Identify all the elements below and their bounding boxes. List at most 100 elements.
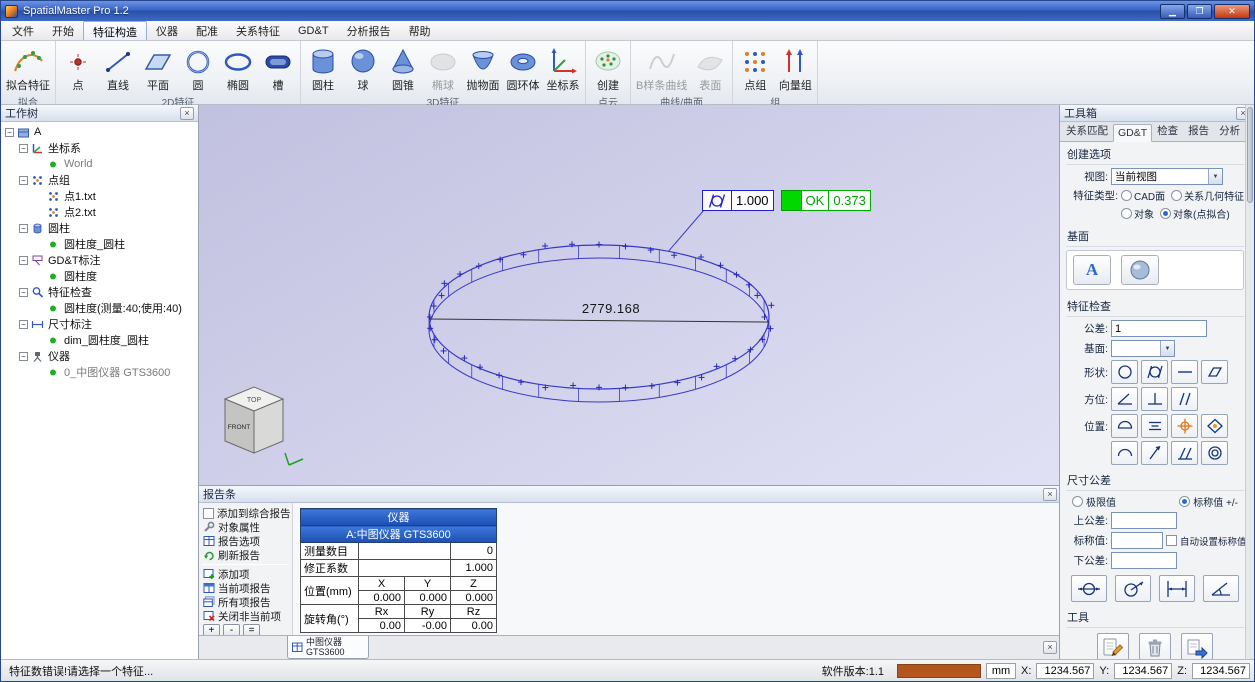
cylinder-button[interactable]: 圆柱 bbox=[303, 43, 343, 94]
option-add-item[interactable]: 添加项 bbox=[201, 567, 290, 581]
datum-sphere-button[interactable] bbox=[1121, 255, 1159, 285]
tree-node-root[interactable]: −A bbox=[1, 124, 198, 140]
paraboloid-button[interactable]: 抛物面 bbox=[463, 43, 503, 94]
coordinate-system-button[interactable]: 坐标系 bbox=[543, 43, 583, 94]
radio-nominal-value[interactable] bbox=[1179, 496, 1190, 507]
parallelism-button[interactable] bbox=[1171, 387, 1198, 411]
expand-toggle[interactable]: − bbox=[19, 320, 28, 329]
position-button[interactable] bbox=[1171, 414, 1198, 438]
cone-button[interactable]: 圆锥 bbox=[383, 43, 423, 94]
tree-node-cylindricity-cyl[interactable]: 圆柱度_圆柱 bbox=[1, 236, 198, 252]
symmetry-button[interactable] bbox=[1141, 414, 1168, 438]
lower-tolerance-input[interactable] bbox=[1111, 552, 1177, 569]
nominal-input[interactable] bbox=[1111, 532, 1163, 549]
tolerance-input[interactable] bbox=[1111, 320, 1207, 337]
zoom-fit-button[interactable]: = bbox=[243, 624, 260, 635]
option-refresh-report[interactable]: 刷新报告 bbox=[201, 548, 290, 562]
upper-tolerance-input[interactable] bbox=[1111, 512, 1177, 529]
option-all-items-report[interactable]: 所有项报告 bbox=[201, 595, 290, 609]
menu-gdt[interactable]: GD&T bbox=[289, 21, 338, 40]
checkbox-icon[interactable] bbox=[203, 508, 214, 519]
tree-node-instrument[interactable]: −仪器 bbox=[1, 348, 198, 364]
radio-cad-face[interactable] bbox=[1121, 190, 1132, 201]
expand-toggle[interactable]: − bbox=[19, 352, 28, 361]
menu-alignment[interactable]: 配准 bbox=[187, 21, 227, 40]
cylindricity-button[interactable] bbox=[1141, 360, 1168, 384]
tree-node-gdt[interactable]: −GD&T标注 bbox=[1, 252, 198, 268]
tree-node-pointgroup[interactable]: −点组 bbox=[1, 172, 198, 188]
viewport-3d[interactable]: 2779.168 1.000 OK 0.373 TOP FRONT bbox=[199, 105, 1061, 485]
option-object-properties[interactable]: 对象属性 bbox=[201, 520, 290, 534]
expand-toggle[interactable]: − bbox=[19, 176, 28, 185]
instrument-tab[interactable]: 中图仪器GTS3600 bbox=[287, 636, 369, 659]
gdt-callout[interactable]: 1.000 OK 0.373 bbox=[702, 190, 871, 211]
line-button[interactable]: 直线 bbox=[98, 43, 138, 94]
tab-report[interactable]: 报告 bbox=[1183, 120, 1214, 141]
radius-dim-button[interactable] bbox=[1115, 575, 1151, 602]
close-icon[interactable]: × bbox=[180, 107, 194, 120]
angularity-button[interactable] bbox=[1111, 387, 1138, 411]
menu-help[interactable]: 帮助 bbox=[400, 21, 440, 40]
tab-check[interactable]: 检查 bbox=[1152, 120, 1183, 141]
tree-node-world[interactable]: World bbox=[1, 156, 198, 172]
tab-gdt[interactable]: GD&T bbox=[1113, 124, 1152, 142]
diameter-dim-button[interactable] bbox=[1071, 575, 1107, 602]
tree-node-point-file[interactable]: 点2.txt bbox=[1, 204, 198, 220]
delete-tool-button[interactable] bbox=[1139, 633, 1171, 659]
tree-node-coordsys[interactable]: −坐标系 bbox=[1, 140, 198, 156]
export-tool-button[interactable] bbox=[1181, 633, 1213, 659]
option-close-non-current[interactable]: 关闭非当前项 bbox=[201, 609, 290, 623]
concentricity-button[interactable] bbox=[1201, 441, 1228, 465]
menu-instrument[interactable]: 仪器 bbox=[147, 21, 187, 40]
composite-position-button[interactable] bbox=[1201, 414, 1228, 438]
circular-runout-button[interactable] bbox=[1141, 441, 1168, 465]
tree-node-dim-item[interactable]: dim_圆柱度_圆柱 bbox=[1, 332, 198, 348]
expand-toggle[interactable]: − bbox=[19, 224, 28, 233]
tree-node-cylindricity[interactable]: 圆柱度 bbox=[1, 268, 198, 284]
option-current-item-report[interactable]: 当前项报告 bbox=[201, 581, 290, 595]
torus-button[interactable]: 圆环体 bbox=[503, 43, 543, 94]
close-icon[interactable]: × bbox=[1043, 641, 1057, 654]
expand-toggle[interactable]: − bbox=[19, 144, 28, 153]
menu-relation-feature[interactable]: 关系特征 bbox=[227, 21, 289, 40]
point-button[interactable]: 点 bbox=[58, 43, 98, 94]
tree-node-check-result[interactable]: 圆柱度(测量:40;使用:40) bbox=[1, 300, 198, 316]
create-pointcloud-button[interactable]: 创建 bbox=[588, 43, 628, 94]
tree-node-cylinder[interactable]: −圆柱 bbox=[1, 220, 198, 236]
distance-dim-button[interactable] bbox=[1159, 575, 1195, 602]
expand-toggle[interactable]: − bbox=[19, 288, 28, 297]
tab-relation-match[interactable]: 关系匹配 bbox=[1061, 120, 1113, 141]
fit-feature-button[interactable]: 拟合特征 bbox=[3, 43, 53, 94]
plane-button[interactable]: 平面 bbox=[138, 43, 178, 94]
profile-surface-button[interactable] bbox=[1111, 414, 1138, 438]
circle-button[interactable]: 圆 bbox=[178, 43, 218, 94]
slot-button[interactable]: 槽 bbox=[258, 43, 298, 94]
tab-analysis[interactable]: 分析 bbox=[1214, 120, 1245, 141]
menu-start[interactable]: 开始 bbox=[43, 21, 83, 40]
ellipse-button[interactable]: 椭圆 bbox=[218, 43, 258, 94]
auto-nominal-checkbox[interactable] bbox=[1166, 535, 1177, 546]
tree-node-dimension[interactable]: −尺寸标注 bbox=[1, 316, 198, 332]
radio-object[interactable] bbox=[1121, 208, 1132, 219]
tree-node-instrument-item[interactable]: 0_中图仪器 GTS3600 bbox=[1, 364, 198, 380]
edit-tool-button[interactable] bbox=[1097, 633, 1129, 659]
zoom-out-button[interactable]: - bbox=[223, 624, 240, 635]
vector-group-button[interactable]: 向量组 bbox=[775, 43, 815, 94]
radio-relation-geometry[interactable] bbox=[1171, 190, 1182, 201]
zoom-in-button[interactable]: + bbox=[203, 624, 220, 635]
maximize-button[interactable]: ❐ bbox=[1187, 4, 1212, 19]
minimize-button[interactable]: ▁ bbox=[1160, 4, 1185, 19]
radio-object-point-fit[interactable] bbox=[1160, 208, 1171, 219]
option-report-options[interactable]: 报告选项 bbox=[201, 534, 290, 548]
roundness-button[interactable] bbox=[1111, 360, 1138, 384]
menu-analysis-report[interactable]: 分析报告 bbox=[338, 21, 400, 40]
toolbox-scrollbar[interactable] bbox=[1245, 105, 1254, 659]
perpendicularity-button[interactable] bbox=[1141, 387, 1168, 411]
menu-feature-construct[interactable]: 特征构造 bbox=[83, 21, 147, 40]
tree-node-feature-check[interactable]: −特征检查 bbox=[1, 284, 198, 300]
scrollbar-thumb[interactable] bbox=[1247, 107, 1253, 203]
close-icon[interactable]: × bbox=[1043, 488, 1057, 501]
datum-select[interactable]: ▼ bbox=[1111, 340, 1175, 357]
datum-a-button[interactable]: A bbox=[1073, 255, 1111, 285]
tree-node-point-file[interactable]: 点1.txt bbox=[1, 188, 198, 204]
